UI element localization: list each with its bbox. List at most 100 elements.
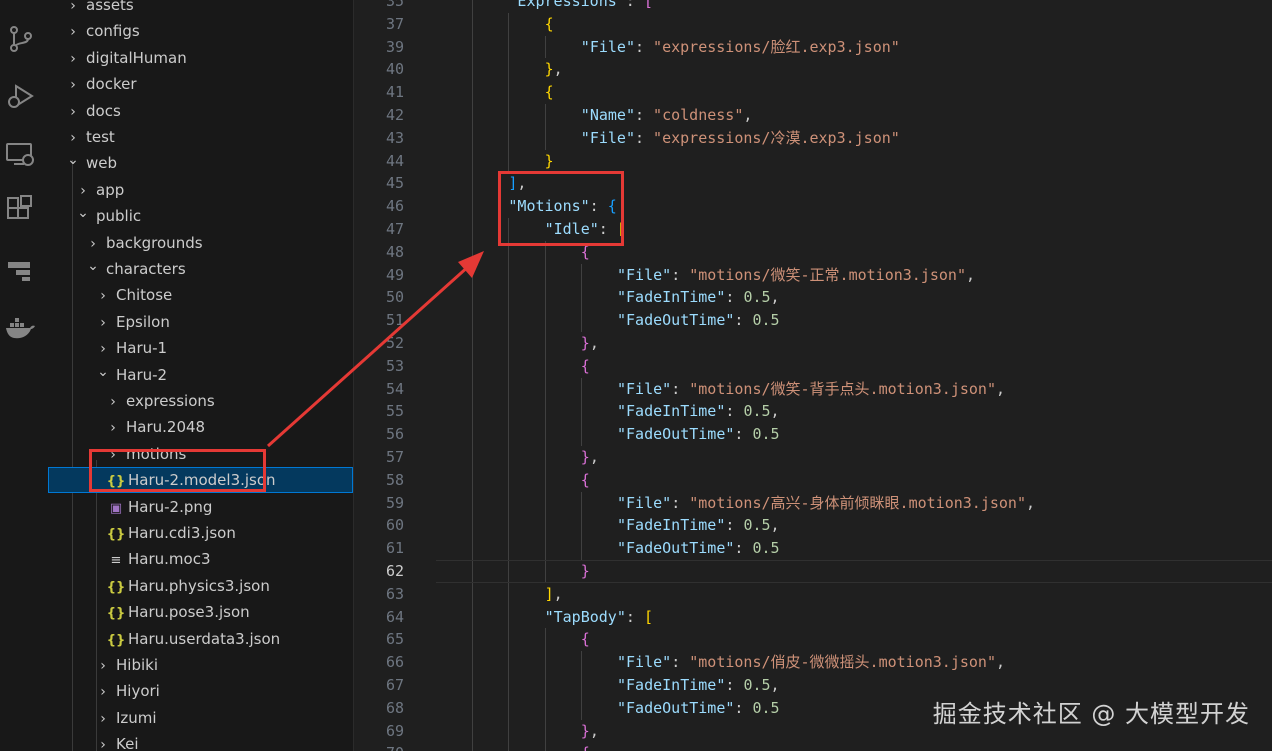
tree-file[interactable]: {} Haru.cdi3.json (48, 520, 353, 546)
code-line[interactable]: 47 "Idle": [ (354, 218, 1272, 241)
code-content: "FadeInTime": 0.5, (617, 400, 780, 423)
line-number: 40 (385, 60, 404, 79)
code-line[interactable]: 55 "FadeInTime": 0.5, (354, 400, 1272, 423)
code-line[interactable]: 50 "FadeInTime": 0.5, (354, 286, 1272, 309)
code-line[interactable]: 49 "File": "motions/微笑-正常.motion3.json", (354, 264, 1272, 287)
chevron-down-icon[interactable]: ⌄ (96, 359, 110, 385)
chevron-right-icon[interactable]: › (106, 389, 120, 415)
tree-folder[interactable]: › assets (48, 0, 353, 18)
tree-folder[interactable]: ⌄ public (48, 203, 353, 229)
tree-folder[interactable]: › backgrounds (48, 230, 353, 256)
code-line[interactable]: 35 "Expressions": [ (354, 0, 1272, 13)
code-line[interactable]: 59 "File": "motions/高兴-身体前倾眯眼.motion3.jso… (354, 492, 1272, 515)
line-number: 63 (385, 584, 404, 603)
code-line[interactable]: 52}, (354, 332, 1272, 355)
deploy-icon[interactable] (4, 254, 36, 286)
code-token: , (589, 334, 599, 352)
code-line[interactable]: 42 "Name": "coldness", (354, 104, 1272, 127)
code-token: "FadeInTime" (617, 288, 726, 307)
tree-folder[interactable]: › Haru.2048 (48, 414, 353, 440)
tree-folder[interactable]: › expressions (48, 388, 353, 414)
chevron-right-icon[interactable]: › (96, 732, 110, 751)
tree-folder[interactable]: › Hiyori (48, 678, 353, 704)
tree-folder[interactable]: › docker (48, 71, 353, 97)
code-line[interactable]: 39 "File": "expressions/脸红.exp3.json" (354, 36, 1272, 59)
code-line[interactable]: 57}, (354, 446, 1272, 469)
chevron-down-icon[interactable]: ⌄ (66, 147, 80, 173)
code-line[interactable]: 37 { (354, 13, 1272, 36)
chevron-right-icon[interactable]: › (106, 415, 120, 441)
tree-file[interactable]: {} Haru.pose3.json (48, 599, 353, 625)
tree-item-label: Hibiki (116, 656, 158, 674)
chevron-right-icon[interactable]: › (66, 0, 80, 19)
code-token: 0.5 (743, 402, 771, 421)
tree-folder[interactable]: › Haru-1 (48, 335, 353, 361)
tree-folder[interactable]: ⌄ Haru-2 (48, 362, 353, 388)
tree-folder[interactable]: › app (48, 177, 353, 203)
code-token: } (544, 151, 554, 170)
tree-folder[interactable]: ⌄ web (48, 150, 353, 176)
run-debug-icon[interactable] (4, 80, 36, 112)
tree-file[interactable]: {} Haru.physics3.json (48, 573, 353, 599)
tree-folder[interactable]: › Epsilon (48, 309, 353, 335)
tree-file[interactable]: {} Haru.userdata3.json (48, 626, 353, 652)
code-line[interactable]: 60 "FadeInTime": 0.5, (354, 514, 1272, 537)
tree-folder[interactable]: › Kei (48, 731, 353, 751)
code-line[interactable]: 70 { (354, 742, 1272, 751)
code-line[interactable]: 64 "TapBody": [ (354, 606, 1272, 629)
tree-folder[interactable]: › Izumi (48, 705, 353, 731)
code-line[interactable]: 48{ (354, 241, 1272, 264)
code-line[interactable]: 53 { (354, 355, 1272, 378)
tree-folder[interactable]: › docs (48, 98, 353, 124)
tree-folder[interactable]: › configs (48, 18, 353, 44)
code-line[interactable]: 44} (354, 150, 1272, 173)
tree-folder[interactable]: › Hibiki (48, 652, 353, 678)
code-token: "expressions/脸红.exp3.json" (653, 37, 900, 56)
docker-icon[interactable] (4, 312, 36, 344)
code-token: : (725, 516, 744, 535)
chevron-right-icon[interactable]: › (96, 653, 110, 679)
source-control-icon[interactable] (4, 22, 36, 54)
code-content: "File": "motions/微笑-背手点头.motion3.json", (617, 378, 1005, 401)
code-line[interactable]: 45], (354, 172, 1272, 195)
code-token: "expressions/冷漠.exp3.json" (653, 128, 900, 147)
chevron-right-icon[interactable]: › (96, 706, 110, 732)
activity-bar (0, 0, 48, 751)
chevron-right-icon[interactable]: › (66, 99, 80, 125)
chevron-right-icon[interactable]: › (66, 46, 80, 72)
chevron-down-icon[interactable]: ⌄ (76, 200, 90, 226)
code-token: "File" (617, 653, 672, 672)
code-line[interactable]: 56 "FadeOutTime": 0.5 (354, 423, 1272, 446)
remote-explorer-icon[interactable] (4, 138, 36, 170)
code-line[interactable]: 54 "File": "motions/微笑-背手点头.motion3.json"… (354, 378, 1272, 401)
code-line[interactable]: 46 "Motions": { (354, 195, 1272, 218)
chevron-right-icon[interactable]: › (96, 310, 110, 336)
code-line[interactable]: 62} (354, 560, 1272, 583)
code-line[interactable]: 43 "File": "expressions/冷漠.exp3.json" (354, 127, 1272, 150)
tree-folder[interactable]: › test (48, 124, 353, 150)
code-content: "FadeOutTime": 0.5 (617, 309, 780, 332)
chevron-right-icon[interactable]: › (66, 72, 80, 98)
code-line[interactable]: 61 "FadeOutTime": 0.5 (354, 537, 1272, 560)
chevron-right-icon[interactable]: › (96, 283, 110, 309)
tree-file[interactable]: ▣ Haru-2.png (48, 494, 353, 520)
tree-file[interactable]: ≡ Haru.moc3 (48, 546, 353, 572)
code-line[interactable]: 51 "FadeOutTime": 0.5 (354, 309, 1272, 332)
code-line[interactable]: 65 { (354, 628, 1272, 651)
chevron-down-icon[interactable]: ⌄ (86, 253, 100, 279)
tree-item-label: web (86, 154, 118, 173)
code-line[interactable]: 63], (354, 583, 1272, 606)
extensions-icon[interactable] (4, 194, 36, 226)
tree-folder[interactable]: ⌄ characters (48, 256, 353, 282)
code-line[interactable]: 66 "File": "motions/俏皮-微微摇头.motion3.json"… (354, 651, 1272, 674)
chevron-right-icon[interactable]: › (96, 679, 110, 705)
code-editor[interactable]: 35 "Expressions": [37{39 "File": "expressi… (354, 0, 1272, 751)
tree-folder[interactable]: › digitalHuman (48, 45, 353, 71)
code-line[interactable]: 40}, (354, 58, 1272, 81)
chevron-right-icon[interactable]: › (66, 19, 80, 45)
code-line[interactable]: 58 { (354, 469, 1272, 492)
code-token: : (625, 0, 644, 10)
tree-folder[interactable]: › Chitose (48, 282, 353, 308)
code-line[interactable]: 41 { (354, 81, 1272, 104)
tree-item-label: Haru.2048 (126, 418, 206, 437)
